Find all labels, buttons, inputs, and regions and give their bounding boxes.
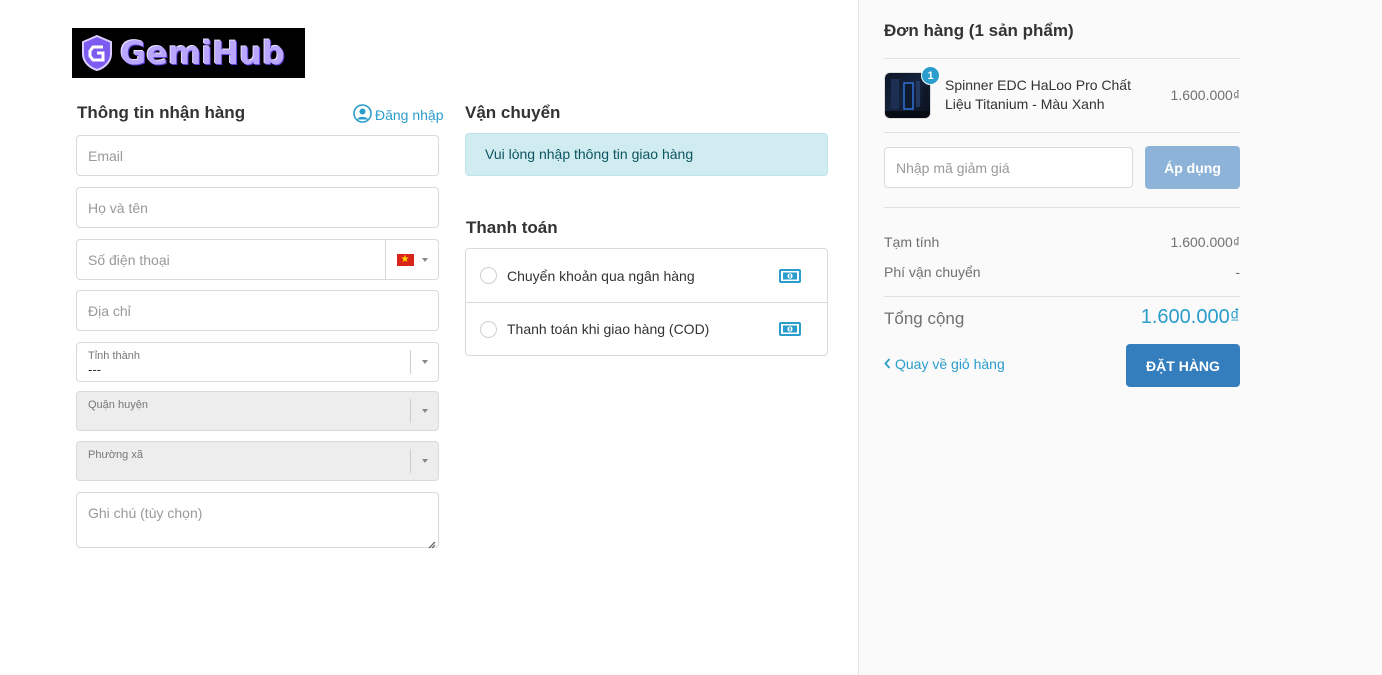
- select-separator: [410, 399, 411, 423]
- fullname-input[interactable]: [77, 188, 438, 227]
- back-to-cart-label: Quay về giỏ hàng: [895, 356, 1005, 372]
- radio-button[interactable]: [480, 267, 497, 284]
- select-separator: [410, 449, 411, 473]
- shield-logo-icon: [78, 33, 116, 73]
- phone-field[interactable]: ★: [76, 239, 439, 280]
- login-label: Đăng nhập: [375, 107, 444, 123]
- address-input[interactable]: [77, 291, 438, 330]
- email-input[interactable]: [77, 136, 438, 175]
- ward-select[interactable]: Phường xã: [76, 441, 439, 481]
- phone-input[interactable]: [77, 240, 385, 279]
- vietnam-flag-icon: ★: [396, 253, 414, 266]
- district-select[interactable]: Quận huyện: [76, 391, 439, 431]
- payment-option-label: Thanh toán khi giao hàng (COD): [507, 321, 710, 337]
- select-separator: [410, 350, 411, 374]
- note-field[interactable]: [76, 492, 439, 549]
- customer-info-title: Thông tin nhận hàng: [77, 103, 246, 122]
- cash-icon: [779, 322, 801, 336]
- resize-handle-icon[interactable]: [427, 536, 436, 549]
- order-title: Đơn hàng (1 sản phẩm): [884, 21, 1074, 40]
- place-order-button[interactable]: ĐẶT HÀNG: [1126, 344, 1240, 387]
- payment-option-bank-transfer[interactable]: Chuyển khoản qua ngân hàng: [466, 249, 827, 302]
- product-price: 1.600.000₫: [1170, 87, 1240, 103]
- cash-icon: [779, 268, 801, 283]
- payment-option-cod[interactable]: Thanh toán khi giao hàng (COD): [466, 302, 827, 355]
- divider: [884, 132, 1240, 133]
- shipping-notice: Vui lòng nhập thông tin giao hàng: [465, 133, 828, 176]
- radio-button[interactable]: [480, 320, 497, 338]
- user-circle-icon: [353, 104, 372, 126]
- checkout-main: GemiHub Thông tin nhận hàng Đăng nhập ★ …: [0, 0, 858, 675]
- note-textarea[interactable]: [77, 493, 438, 547]
- email-field[interactable]: [76, 135, 439, 176]
- back-to-cart-link[interactable]: Quay về giỏ hàng: [884, 356, 1005, 372]
- address-field[interactable]: [76, 290, 439, 331]
- province-select[interactable]: Tỉnh thành ---: [76, 342, 439, 382]
- province-label: Tỉnh thành: [88, 350, 140, 362]
- discount-code-field[interactable]: [884, 147, 1133, 188]
- chevron-down-icon: [422, 409, 428, 413]
- discount-code-input[interactable]: [885, 148, 1132, 187]
- brand-logo-text: GemiHub: [120, 34, 285, 72]
- product-name: Spinner EDC HaLoo Pro Chất Liệu Titanium…: [945, 77, 1131, 112]
- brand-logo[interactable]: GemiHub: [72, 28, 305, 78]
- divider: [884, 296, 1240, 297]
- payment-title: Thanh toán: [466, 218, 558, 237]
- payment-methods: Chuyển khoản qua ngân hàng Thanh toán kh…: [465, 248, 828, 356]
- ward-label: Phường xã: [88, 449, 143, 461]
- chevron-down-icon: [422, 459, 428, 463]
- shipping-title: Vận chuyển: [465, 103, 561, 122]
- country-code-select[interactable]: ★: [385, 240, 438, 279]
- shipping-fee-value: -: [1235, 264, 1240, 280]
- fullname-field[interactable]: [76, 187, 439, 228]
- payment-option-label: Chuyển khoản qua ngân hàng: [507, 267, 695, 284]
- shipping-fee-label: Phí vận chuyển: [884, 264, 981, 280]
- total-value: 1.600.000₫: [1140, 306, 1240, 328]
- login-link[interactable]: Đăng nhập: [353, 104, 444, 126]
- subtotal-label: Tạm tính: [884, 234, 940, 250]
- chevron-down-icon: [422, 360, 428, 364]
- apply-discount-button[interactable]: Áp dụng: [1145, 146, 1240, 189]
- divider: [884, 58, 1240, 59]
- province-value: ---: [88, 362, 101, 377]
- district-label: Quận huyện: [88, 399, 148, 411]
- total-label: Tổng cộng: [884, 309, 965, 328]
- quantity-badge: 1: [921, 66, 940, 85]
- chevron-down-icon: [421, 257, 428, 262]
- chevron-left-icon: [884, 356, 891, 372]
- divider: [884, 207, 1240, 208]
- subtotal-value: 1.600.000₫: [1170, 234, 1240, 250]
